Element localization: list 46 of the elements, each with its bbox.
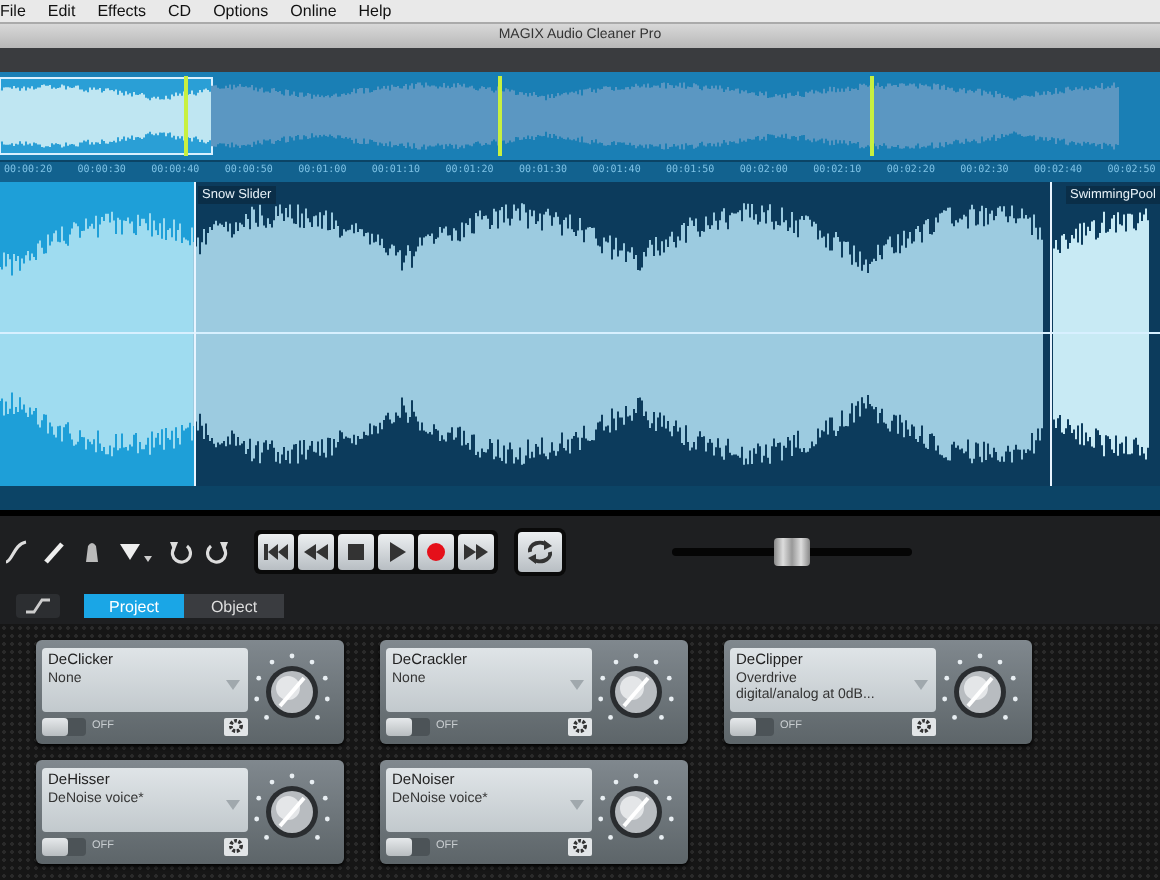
settings-button[interactable] [568, 717, 592, 735]
toggle-switch[interactable] [42, 717, 86, 735]
pencil-icon[interactable] [42, 540, 66, 564]
menu-item[interactable]: Online [290, 1, 337, 21]
settings-button[interactable] [224, 837, 248, 855]
settings-button[interactable] [568, 837, 592, 855]
transport-button[interactable] [338, 534, 374, 570]
curve-icon[interactable] [4, 540, 28, 564]
menu-item[interactable]: File [0, 1, 26, 21]
toggle-switch[interactable] [730, 717, 774, 735]
curve-button[interactable] [16, 594, 60, 618]
overview-waveform[interactable] [0, 72, 1160, 160]
undo-icon[interactable] [168, 540, 192, 564]
fast-forward-icon [462, 540, 490, 564]
rewind-icon [302, 540, 330, 564]
settings-button[interactable] [912, 717, 936, 735]
record-icon [422, 540, 450, 564]
loop-button[interactable] [518, 532, 562, 572]
redo-icon[interactable] [206, 540, 230, 564]
loop-icon [526, 540, 554, 564]
menu-item[interactable]: Effects [97, 1, 146, 21]
menu-item[interactable]: Options [213, 1, 269, 21]
transport-button[interactable] [378, 534, 414, 570]
toggle-switch[interactable] [42, 837, 86, 855]
tab[interactable]: Object [184, 594, 284, 618]
dropdown-arrow-icon [570, 679, 584, 689]
menu-item[interactable]: CD [168, 1, 192, 21]
dropdown-arrow-icon [226, 799, 240, 809]
shuttle-slider[interactable] [672, 538, 912, 566]
toggle-switch[interactable] [386, 837, 430, 855]
slider-thumb[interactable] [774, 538, 810, 566]
dropdown-arrow-icon [914, 679, 928, 689]
toggle-switch[interactable] [386, 717, 430, 735]
menu-item[interactable]: Help [358, 1, 392, 21]
dropdown-arrow-icon [226, 679, 240, 689]
stop-icon [342, 540, 370, 564]
settings-button[interactable] [224, 717, 248, 735]
menu-item[interactable]: Edit [47, 1, 76, 21]
dropdown-arrow-icon [570, 799, 584, 809]
scroll-bar[interactable] [0, 486, 1160, 516]
transport-button[interactable] [258, 534, 294, 570]
bell-icon[interactable] [80, 539, 104, 565]
marker-icon[interactable] [118, 540, 154, 564]
transport-button[interactable] [458, 534, 494, 570]
skip-back-icon [262, 540, 290, 564]
transport-button[interactable] [298, 534, 334, 570]
